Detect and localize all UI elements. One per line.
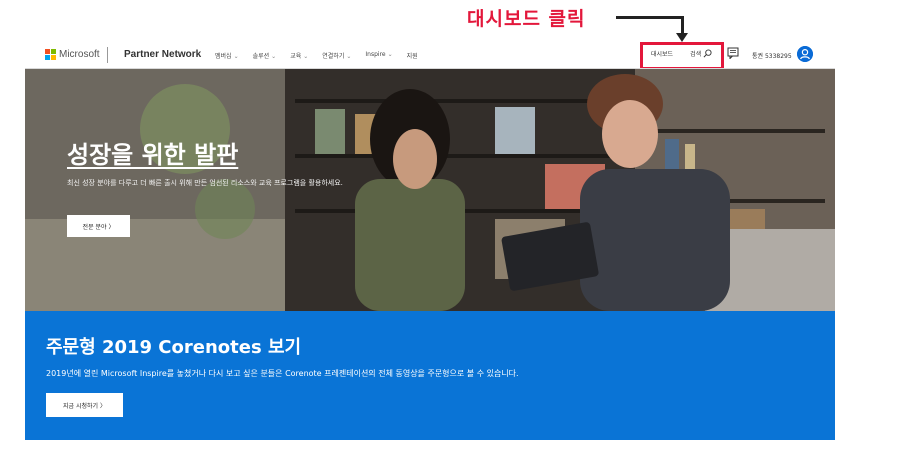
- hero-description: 최신 성장 분야를 다루고 더 빠른 출시 위해 만든 엄선된 리소스와 교육 …: [67, 179, 343, 187]
- nav-item-membership[interactable]: 멤버십 ⌄: [215, 51, 239, 60]
- chevron-down-icon: ⌄: [346, 53, 352, 60]
- microsoft-logo[interactable]: Microsoft: [45, 49, 100, 60]
- microsoft-logo-text: Microsoft: [59, 49, 100, 60]
- hero-title: 성장을 위한 발판: [67, 141, 239, 169]
- header-divider: [107, 47, 108, 63]
- person-icon[interactable]: [797, 46, 813, 62]
- hero-section: 성장을 위한 발판 최신 성장 분야를 다루고 더 빠른 출시 위해 만든 엄선…: [25, 69, 835, 311]
- chevron-down-icon: ⌄: [233, 53, 239, 60]
- header-actions: 대시보드 검색: [651, 49, 712, 58]
- dashboard-link[interactable]: 대시보드: [651, 49, 673, 58]
- banner-description: 2019년에 열린 Microsoft Inspire를 놓쳤거나 다시 보고 …: [46, 369, 519, 378]
- hero-photo: [25, 69, 835, 311]
- annotation-arrow-stem: [681, 16, 684, 34]
- corenotes-banner: 주문형 2019 Corenotes 보기 2019년에 열린 Microsof…: [25, 311, 835, 440]
- annotation-arrow-line: [616, 16, 683, 19]
- nav-item-solutions[interactable]: 솔루션 ⌄: [253, 51, 277, 60]
- microsoft-logo-icon: [45, 49, 56, 60]
- specialty-button[interactable]: 전문 분야 〉: [67, 215, 130, 237]
- search-icon[interactable]: [703, 49, 712, 58]
- account-id: 통권 5338295: [752, 53, 792, 60]
- annotation-label: 대시보드 클릭: [467, 8, 586, 30]
- nav-item-education[interactable]: 교육 ⌄: [290, 51, 308, 60]
- nav-item-connect[interactable]: 연결하기 ⌄: [322, 51, 351, 60]
- top-header: Microsoft Partner Network 멤버십 ⌄ 솔루션 ⌄ 교육 ⌄ …: [0, 44, 907, 67]
- chevron-down-icon: ⌄: [271, 53, 277, 60]
- partner-network-brand[interactable]: Partner Network: [124, 49, 201, 60]
- nav-item-inspire[interactable]: Inspire ⌄: [365, 51, 392, 60]
- chat-icon[interactable]: [727, 47, 739, 59]
- annotation-arrow-head: [676, 33, 688, 42]
- nav-item-support[interactable]: 지원: [407, 51, 418, 60]
- search-link[interactable]: 검색: [690, 49, 701, 58]
- main-nav: 멤버십 ⌄ 솔루션 ⌄ 교육 ⌄ 연결하기 ⌄ Inspire ⌄ 지원: [215, 51, 432, 60]
- watch-now-button[interactable]: 지금 시청하기 〉: [46, 393, 123, 417]
- banner-title: 주문형 2019 Corenotes 보기: [46, 337, 302, 358]
- chevron-down-icon: ⌄: [387, 51, 393, 58]
- chevron-down-icon: ⌄: [303, 53, 309, 60]
